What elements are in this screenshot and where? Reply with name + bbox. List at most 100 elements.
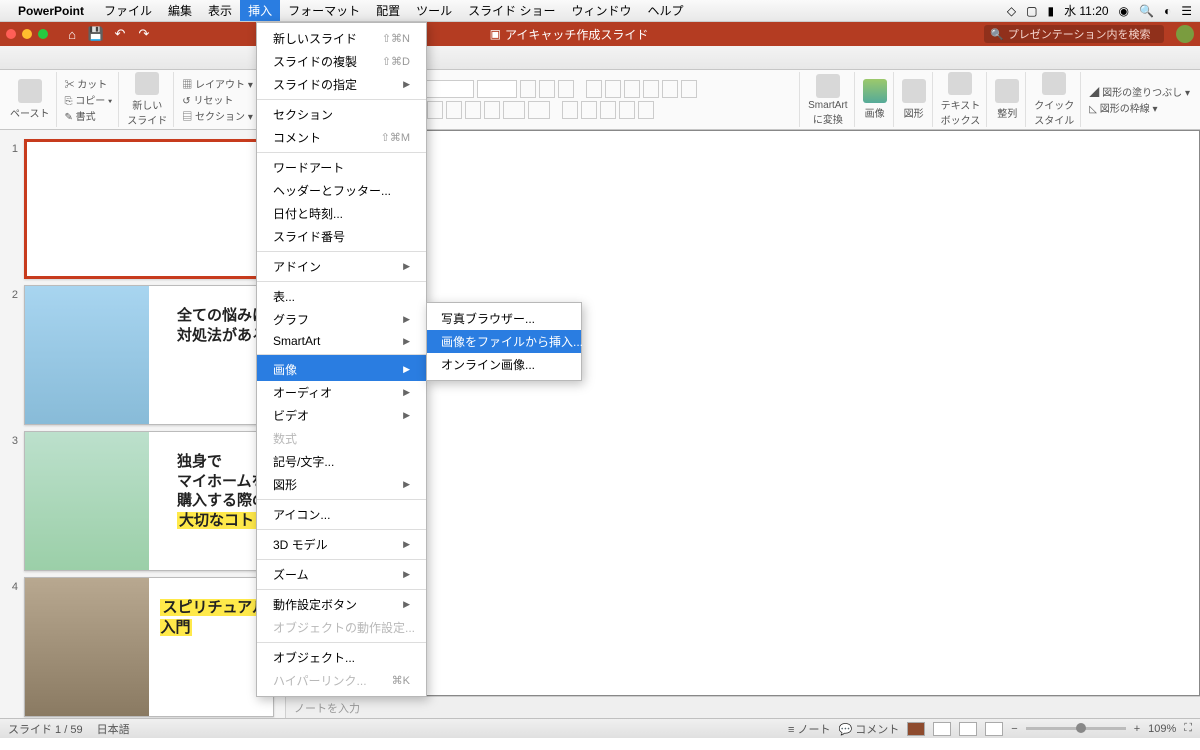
menu-edit[interactable]: 編集	[160, 0, 200, 21]
submenu-item[interactable]: 写真ブラウザー...	[427, 307, 581, 330]
account-avatar[interactable]	[1176, 25, 1194, 43]
align-justify-button[interactable]	[619, 101, 635, 119]
menu-item[interactable]: オーディオ▶	[257, 381, 426, 404]
font-size-select[interactable]	[477, 80, 517, 98]
notes-toggle[interactable]: ≡ ノート	[788, 721, 830, 737]
line-spacing-button[interactable]	[662, 80, 678, 98]
menu-item[interactable]: ワードアート	[257, 152, 426, 179]
undo-icon[interactable]: ↶	[110, 25, 130, 43]
menu-item[interactable]: アドイン▶	[257, 251, 426, 278]
menu-item[interactable]: スライドの複製⇧⌘D	[257, 50, 426, 73]
slide-thumbnail-3[interactable]: 独身で マイホームを 購入する際の大切なコト	[24, 431, 274, 571]
control-center-icon[interactable]: ▢	[1026, 4, 1037, 18]
text-direction-button[interactable]	[681, 80, 697, 98]
slide-thumbnail-4[interactable]: スピリチュアル 入門	[24, 577, 274, 717]
menu-item[interactable]: セクション	[257, 99, 426, 126]
battery-icon[interactable]: ▮	[1047, 4, 1054, 18]
shapes-group[interactable]: 図形	[896, 72, 933, 127]
menu-item[interactable]: ヘッダーとフッター...	[257, 179, 426, 202]
zoom-window-button[interactable]	[38, 29, 48, 39]
highlight-button[interactable]	[528, 101, 550, 119]
new-slide-icon[interactable]	[135, 72, 159, 95]
zoom-out-button[interactable]: −	[1011, 723, 1017, 735]
menu-item[interactable]: アイコン...	[257, 499, 426, 526]
menu-slideshow[interactable]: スライド ショー	[460, 0, 563, 21]
thumbnail-row[interactable]: 4 スピリチュアル 入門	[0, 574, 285, 718]
picture-group[interactable]: 画像	[857, 72, 894, 127]
normal-view-button[interactable]	[907, 722, 925, 736]
shape-outline-button[interactable]: ◺ 図形の枠線 ▾	[1089, 100, 1190, 115]
redo-icon[interactable]: ↷	[134, 25, 154, 43]
menu-item[interactable]: 表...	[257, 281, 426, 308]
siri-icon[interactable]: ◉	[1119, 4, 1129, 18]
spotlight-icon[interactable]: 🔍	[1139, 4, 1154, 18]
menu-item[interactable]: オブジェクト...	[257, 642, 426, 669]
notes-pane[interactable]: ノートを入力	[286, 696, 1200, 718]
bullets-button[interactable]	[586, 80, 602, 98]
slideshow-view-button[interactable]	[985, 722, 1003, 736]
menu-insert[interactable]: 挿入	[240, 0, 280, 21]
menu-item[interactable]: コメント⇧⌘M	[257, 126, 426, 149]
align-center-button[interactable]	[581, 101, 597, 119]
zoom-percent[interactable]: 109%	[1148, 723, 1176, 735]
save-icon[interactable]: 💾	[86, 25, 106, 43]
close-window-button[interactable]	[6, 29, 16, 39]
align-left-button[interactable]	[562, 101, 578, 119]
menu-item[interactable]: 記号/文字...	[257, 450, 426, 473]
align-right-button[interactable]	[600, 101, 616, 119]
slide-thumbnail-1[interactable]	[24, 139, 274, 279]
italic-button[interactable]	[427, 101, 443, 119]
menu-item[interactable]: 図形▶	[257, 473, 426, 496]
reset-button[interactable]: ↺ リセット	[182, 92, 253, 107]
indent-right-button[interactable]	[643, 80, 659, 98]
app-name[interactable]: PowerPoint	[18, 4, 84, 18]
menu-help[interactable]: ヘルプ	[639, 0, 691, 21]
font-color-button[interactable]	[503, 101, 525, 119]
zoom-in-button[interactable]: +	[1134, 723, 1140, 735]
home-icon[interactable]: ⌂	[62, 25, 82, 43]
arrange-group[interactable]: 整列	[989, 72, 1026, 127]
copy-button[interactable]: ⎘ コピー ▾	[65, 92, 113, 107]
minimize-window-button[interactable]	[22, 29, 32, 39]
decrease-font-button[interactable]	[539, 80, 555, 98]
user-icon[interactable]: ◐	[1164, 4, 1171, 18]
language-indicator[interactable]: 日本語	[97, 721, 130, 737]
columns-button[interactable]	[638, 101, 654, 119]
slide-thumbnail-2[interactable]: 全ての悩みに 対処法がある	[24, 285, 274, 425]
wifi-icon[interactable]: ◇	[1007, 4, 1016, 18]
layout-button[interactable]: ▦ レイアウト ▾	[182, 76, 253, 91]
comments-toggle[interactable]: 💬 コメント	[839, 721, 900, 737]
clear-format-button[interactable]	[558, 80, 574, 98]
zoom-slider[interactable]	[1026, 727, 1126, 730]
underline-button[interactable]	[446, 101, 462, 119]
strike-button[interactable]	[465, 101, 481, 119]
menu-window[interactable]: ウィンドウ	[563, 0, 639, 21]
section-button[interactable]: ▤ セクション ▾	[182, 108, 253, 123]
sorter-view-button[interactable]	[933, 722, 951, 736]
menu-item[interactable]: スライド番号	[257, 225, 426, 248]
menu-item[interactable]: 画像▶	[257, 354, 426, 381]
menu-item[interactable]: スライドの指定▶	[257, 73, 426, 96]
paste-icon[interactable]	[18, 79, 42, 103]
menu-item[interactable]: ズーム▶	[257, 559, 426, 586]
shape-fill-button[interactable]: ◢ 図形の塗りつぶし ▾	[1089, 84, 1190, 99]
format-painter-button[interactable]: ✎ 書式	[65, 108, 113, 123]
quickstyle-group[interactable]: クイック スタイル	[1028, 72, 1081, 127]
thumbnail-row[interactable]: 2 全ての悩みに 対処法がある	[0, 282, 285, 428]
menu-item[interactable]: ビデオ▶	[257, 404, 426, 427]
menu-tools[interactable]: ツール	[408, 0, 460, 21]
thumbnail-row[interactable]: 3 独身で マイホームを 購入する際の大切なコト	[0, 428, 285, 574]
increase-font-button[interactable]	[520, 80, 536, 98]
smartart-group[interactable]: SmartArt に変換	[802, 72, 854, 127]
menu-arrange[interactable]: 配置	[368, 0, 408, 21]
thumbnail-row[interactable]: 1	[0, 136, 285, 282]
reading-view-button[interactable]	[959, 722, 977, 736]
menu-item[interactable]: 3D モデル▶	[257, 529, 426, 556]
textbox-group[interactable]: テキスト ボックス	[935, 72, 988, 127]
indent-left-button[interactable]	[624, 80, 640, 98]
search-field[interactable]: 🔍 プレゼンテーション内を検索	[984, 25, 1164, 43]
menu-item[interactable]: SmartArt▶	[257, 331, 426, 351]
menu-item[interactable]: 新しいスライド⇧⌘N	[257, 27, 426, 50]
menu-view[interactable]: 表示	[200, 0, 240, 21]
shadow-button[interactable]	[484, 101, 500, 119]
